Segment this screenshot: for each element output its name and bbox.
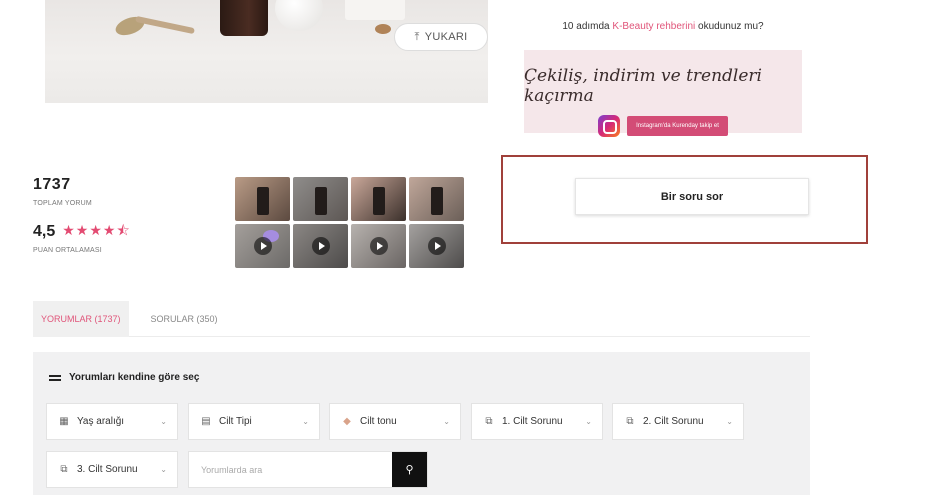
review-tabs: YORUMLAR (1737) SORULAR (350)	[33, 301, 810, 337]
skin-problem-3-dropdown[interactable]: ⧉ 3. Cilt Sorunu ⌄	[46, 451, 178, 488]
average-value: 4,5	[33, 223, 56, 240]
skin-type-icon: ▤	[201, 416, 211, 427]
skin-problem-2-dropdown[interactable]: ⧉ 2. Cilt Sorunu ⌄	[612, 403, 744, 440]
guide-link[interactable]: K-Beauty rehberini	[612, 21, 695, 32]
search-icon: ⚲	[405, 464, 414, 476]
dropdown-label: Cilt Tipi	[219, 416, 252, 427]
review-filter-panel: Yorumları kendine göre seç ▦ Yaş aralığı…	[33, 352, 810, 495]
skin-tone-icon: ◆	[343, 416, 351, 427]
average-rating-label: PUAN ORTALAMASI	[33, 247, 102, 254]
tab-questions[interactable]: SORULAR (350)	[143, 301, 226, 337]
review-search: ⚲	[188, 451, 428, 488]
review-media-gallery	[235, 177, 466, 269]
play-icon	[369, 237, 388, 255]
review-photo-thumb[interactable]	[235, 177, 290, 221]
skin-problem-icon: ⧉	[485, 416, 493, 427]
hero-prop	[135, 15, 195, 35]
review-video-thumb[interactable]	[293, 224, 348, 268]
sliders-icon	[49, 373, 61, 382]
dropdown-label: Yaş aralığı	[77, 416, 125, 427]
ask-question-button[interactable]: Bir soru sor	[575, 178, 809, 215]
chevron-down-icon: ⌄	[726, 417, 733, 426]
skin-problem-icon: ⧉	[626, 416, 634, 427]
dropdown-label: 1. Cilt Sorunu	[502, 416, 563, 427]
promo-title: Çekiliş, indirim ve trendleri kaçırma	[524, 66, 762, 106]
dropdown-label: Cilt tonu	[360, 416, 397, 427]
review-photo-thumb[interactable]	[293, 177, 348, 221]
instagram-icon[interactable]	[598, 115, 621, 137]
dropdown-label: 3. Cilt Sorunu	[77, 464, 138, 475]
chevron-down-icon: ⌄	[160, 465, 167, 474]
review-video-thumb[interactable]	[409, 224, 464, 268]
guide-text: 10 adımda K-Beauty rehberini okudunuz mu…	[524, 21, 802, 32]
chevron-down-icon: ⌄	[443, 417, 450, 426]
star-rating-icon: ★★★★⯪	[62, 222, 131, 238]
play-icon	[253, 237, 272, 255]
review-photo-thumb[interactable]	[351, 177, 406, 221]
review-photo-thumb[interactable]	[409, 177, 464, 221]
dropdown-label: 2. Cilt Sorunu	[643, 416, 704, 427]
hero-prop	[345, 0, 405, 20]
arrow-up-icon: ⤒	[414, 30, 420, 43]
guide-prefix: 10 adımda	[562, 21, 613, 32]
review-video-thumb[interactable]	[351, 224, 406, 268]
review-total-label: TOPLAM YORUM	[33, 200, 92, 207]
chevron-down-icon: ⌄	[302, 417, 309, 426]
product-hero-image	[45, 0, 488, 103]
hero-jar	[275, 0, 323, 31]
play-icon	[311, 237, 330, 255]
instagram-follow-button[interactable]: Instagram'da Kurenday takip et	[627, 116, 728, 136]
search-button[interactable]: ⚲	[392, 452, 427, 487]
hero-prop	[375, 24, 391, 34]
review-search-input[interactable]	[189, 452, 392, 487]
chevron-down-icon: ⌄	[160, 417, 167, 426]
hero-bottle	[220, 0, 268, 36]
scroll-top-label: YUKARI	[424, 31, 468, 43]
skin-type-dropdown[interactable]: ▤ Cilt Tipi ⌄	[188, 403, 320, 440]
scroll-top-button[interactable]: ⤒ YUKARI	[394, 23, 488, 51]
guide-suffix: okudunuz mu?	[695, 21, 764, 32]
tab-reviews[interactable]: YORUMLAR (1737)	[33, 301, 129, 337]
average-rating: 4,5 ★★★★⯪	[33, 220, 131, 244]
skin-problem-1-dropdown[interactable]: ⧉ 1. Cilt Sorunu ⌄	[471, 403, 603, 440]
skin-problem-icon: ⧉	[60, 464, 68, 475]
review-total: 1737	[33, 176, 71, 193]
chevron-down-icon: ⌄	[585, 417, 592, 426]
skin-tone-dropdown[interactable]: ◆ Cilt tonu ⌄	[329, 403, 461, 440]
play-icon	[427, 237, 446, 255]
instagram-promo-banner: Çekiliş, indirim ve trendleri kaçırma In…	[524, 50, 802, 137]
filter-title-text: Yorumları kendine göre seç	[69, 372, 200, 383]
filter-title: Yorumları kendine göre seç	[49, 372, 199, 383]
age-range-dropdown[interactable]: ▦ Yaş aralığı ⌄	[46, 403, 178, 440]
review-video-thumb[interactable]	[235, 224, 290, 268]
calendar-icon: ▦	[59, 416, 69, 427]
